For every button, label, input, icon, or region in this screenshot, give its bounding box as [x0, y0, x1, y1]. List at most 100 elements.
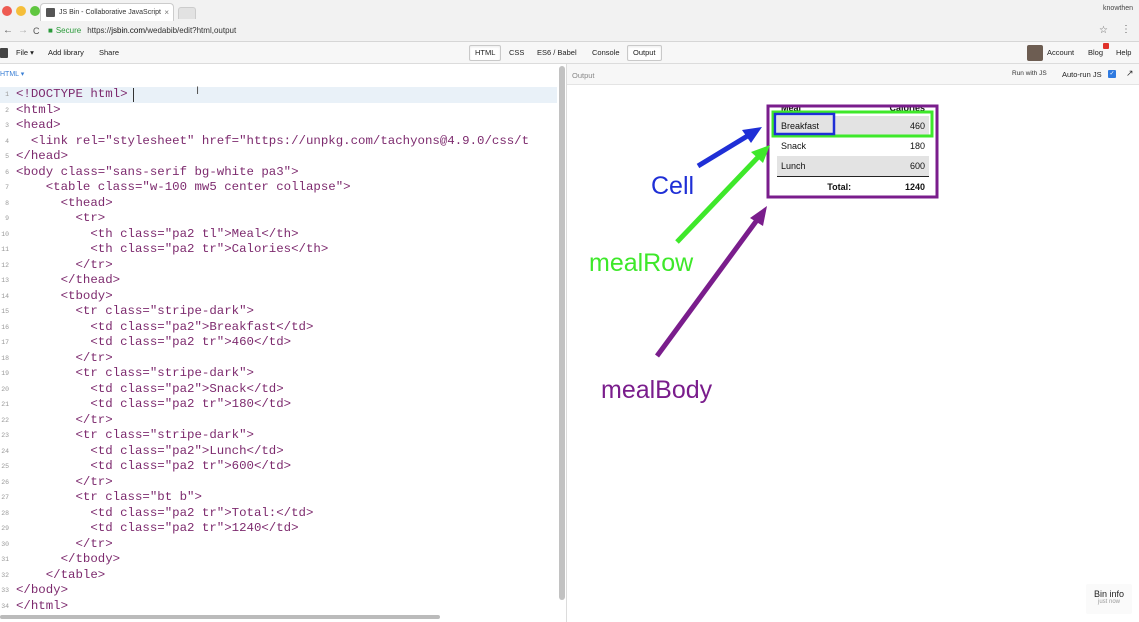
code-line[interactable]: 30 </tr>	[0, 537, 557, 553]
editor-horizontal-scrollbar[interactable]	[0, 615, 440, 619]
code-line[interactable]: 28 <td class="pa2 tr">Total:</td>	[0, 506, 557, 522]
code-text[interactable]: <td class="pa2 tr">Total:</td>	[16, 506, 313, 522]
code-text[interactable]: <tr class="stripe-dark">	[16, 428, 253, 444]
panel-tab-es6-babel[interactable]: ES6 / Babel	[531, 45, 583, 61]
code-line[interactable]: 20 <td class="pa2">Snack</td>	[0, 382, 557, 398]
popout-arrow-icon[interactable]: ↗	[1126, 68, 1134, 79]
code-text[interactable]: <td class="pa2 tr">600</td>	[16, 459, 291, 475]
code-line[interactable]: 23 <tr class="stripe-dark">	[0, 428, 557, 444]
code-line[interactable]: 31 </tbody>	[0, 552, 557, 568]
code-line[interactable]: 24 <td class="pa2">Lunch</td>	[0, 444, 557, 460]
code-line[interactable]: 16 <td class="pa2">Breakfast</td>	[0, 320, 557, 336]
code-line[interactable]: 3 <head>	[0, 118, 557, 134]
account-link[interactable]: Account	[1047, 48, 1074, 57]
code-line[interactable]: 29 <td class="pa2 tr">1240</td>	[0, 521, 557, 537]
code-text[interactable]: </head>	[16, 149, 68, 165]
tab-close-icon[interactable]: ×	[164, 4, 169, 21]
code-text[interactable]: <thead>	[16, 196, 113, 212]
code-line[interactable]: 21 <td class="pa2 tr">180</td>	[0, 397, 557, 413]
code-line[interactable]: 9 <tr>	[0, 211, 557, 227]
code-line[interactable]: 18 </tr>	[0, 351, 557, 367]
close-window-icon[interactable]	[2, 6, 12, 16]
panel-tab-css[interactable]: CSS	[503, 45, 530, 61]
back-icon[interactable]: ←	[3, 25, 13, 37]
code-text[interactable]: <td class="pa2 tr">460</td>	[16, 335, 291, 351]
minimize-window-icon[interactable]	[16, 6, 26, 16]
code-text[interactable]: <th class="pa2 tr">Calories</th>	[16, 242, 328, 258]
code-text[interactable]: <td class="pa2 tr">180</td>	[16, 397, 291, 413]
code-text[interactable]: </tbody>	[16, 552, 121, 568]
avatar[interactable]	[1027, 45, 1043, 61]
forward-icon[interactable]: →	[18, 25, 28, 37]
code-text[interactable]: <td class="pa2">Lunch</td>	[16, 444, 283, 460]
code-line[interactable]: 32 </table>	[0, 568, 557, 584]
code-text[interactable]: <tr class="stripe-dark">	[16, 366, 253, 382]
code-line[interactable]: 15 <tr class="stripe-dark">	[0, 304, 557, 320]
code-line[interactable]: 8 <thead>	[0, 196, 557, 212]
code-line[interactable]: 1 <!DOCTYPE html>	[0, 87, 557, 103]
code-text[interactable]: <body class="sans-serif bg-white pa3">	[16, 165, 299, 181]
run-with-js-button[interactable]: Run with JS	[1012, 70, 1047, 77]
reload-icon[interactable]: C	[33, 25, 40, 37]
code-text[interactable]: <tbody>	[16, 289, 113, 305]
code-text[interactable]: <td class="pa2">Breakfast</td>	[16, 320, 313, 336]
code-text[interactable]: </tr>	[16, 475, 112, 491]
code-text[interactable]: </tr>	[16, 537, 112, 553]
code-text[interactable]: <tr class="stripe-dark">	[16, 304, 253, 320]
browser-tab[interactable]: JS Bin - Collaborative JavaScript ×	[40, 3, 174, 21]
code-line[interactable]: 33 </body>	[0, 583, 557, 599]
code-text[interactable]: </tr>	[16, 413, 112, 429]
code-text[interactable]: </body>	[16, 583, 68, 599]
code-text[interactable]: <tr>	[16, 211, 105, 227]
code-line[interactable]: 27 <tr class="bt b">	[0, 490, 557, 506]
code-line[interactable]: 22 </tr>	[0, 413, 557, 429]
code-line[interactable]: 2 <html>	[0, 103, 557, 119]
code-text[interactable]: <!DOCTYPE html>	[16, 87, 128, 103]
panel-tab-html[interactable]: HTML	[469, 45, 502, 61]
auto-run-js-label[interactable]: Auto-run JS	[1062, 70, 1102, 79]
browser-profile-label[interactable]: knowthen	[1103, 5, 1133, 12]
code-line[interactable]: 14 <tbody>	[0, 289, 557, 305]
code-text[interactable]: <link rel="stylesheet" href="https://unp…	[16, 134, 529, 150]
code-text[interactable]: </thead>	[16, 273, 121, 289]
code-text[interactable]: <td class="pa2 tr">1240</td>	[16, 521, 298, 537]
bin-info-panel[interactable]: Bin info just now	[1086, 584, 1132, 614]
code-text[interactable]: </table>	[16, 568, 106, 584]
code-line[interactable]: 4 <link rel="stylesheet" href="https://u…	[0, 134, 557, 150]
code-line[interactable]: 26 </tr>	[0, 475, 557, 491]
code-line[interactable]: 5 </head>	[0, 149, 557, 165]
jsbin-logo-icon[interactable]	[0, 48, 8, 58]
file-menu[interactable]: File ▾	[16, 48, 34, 57]
panel-tab-console[interactable]: Console	[586, 45, 626, 61]
code-line[interactable]: 17 <td class="pa2 tr">460</td>	[0, 335, 557, 351]
code-line[interactable]: 7 <table class="w-100 mw5 center collaps…	[0, 180, 557, 196]
add-library-button[interactable]: Add library	[48, 48, 84, 57]
new-tab-button[interactable]	[178, 7, 196, 19]
code-line[interactable]: 34 </html>	[0, 599, 557, 615]
code-line[interactable]: 13 </thead>	[0, 273, 557, 289]
code-text[interactable]: <html>	[16, 103, 61, 119]
code-text[interactable]: <tr class="bt b">	[16, 490, 201, 506]
code-line[interactable]: 12 </tr>	[0, 258, 557, 274]
code-line[interactable]: 25 <td class="pa2 tr">600</td>	[0, 459, 557, 475]
blog-link[interactable]: Blog	[1088, 48, 1103, 57]
editor-vertical-scrollbar[interactable]	[559, 66, 565, 600]
maximize-window-icon[interactable]	[30, 6, 40, 16]
browser-menu-icon[interactable]: ⋮	[1121, 24, 1131, 35]
code-line[interactable]: 10 <th class="pa2 tl">Meal</th>	[0, 227, 557, 243]
code-text[interactable]: </tr>	[16, 351, 112, 367]
code-text[interactable]: </html>	[16, 599, 68, 615]
share-button[interactable]: Share	[99, 48, 119, 57]
auto-run-checkbox[interactable]: ✓	[1108, 70, 1116, 78]
code-text[interactable]: <head>	[16, 118, 61, 134]
code-text[interactable]: <th class="pa2 tl">Meal</th>	[16, 227, 298, 243]
code-line[interactable]: 19 <tr class="stripe-dark">	[0, 366, 557, 382]
bookmark-star-icon[interactable]: ☆	[1099, 23, 1108, 39]
editor-mode-label[interactable]: HTML ▾	[0, 70, 24, 78]
code-text[interactable]: <td class="pa2">Snack</td>	[16, 382, 283, 398]
code-text[interactable]: <table class="w-100 mw5 center collapse"…	[16, 180, 351, 196]
code-line[interactable]: 6 <body class="sans-serif bg-white pa3">	[0, 165, 557, 181]
code-text[interactable]: </tr>	[16, 258, 112, 274]
address-bar[interactable]: ■ Secure https://jsbin.com/wedabib/edit?ht…	[48, 23, 1108, 39]
panel-tab-output[interactable]: Output	[627, 45, 662, 61]
